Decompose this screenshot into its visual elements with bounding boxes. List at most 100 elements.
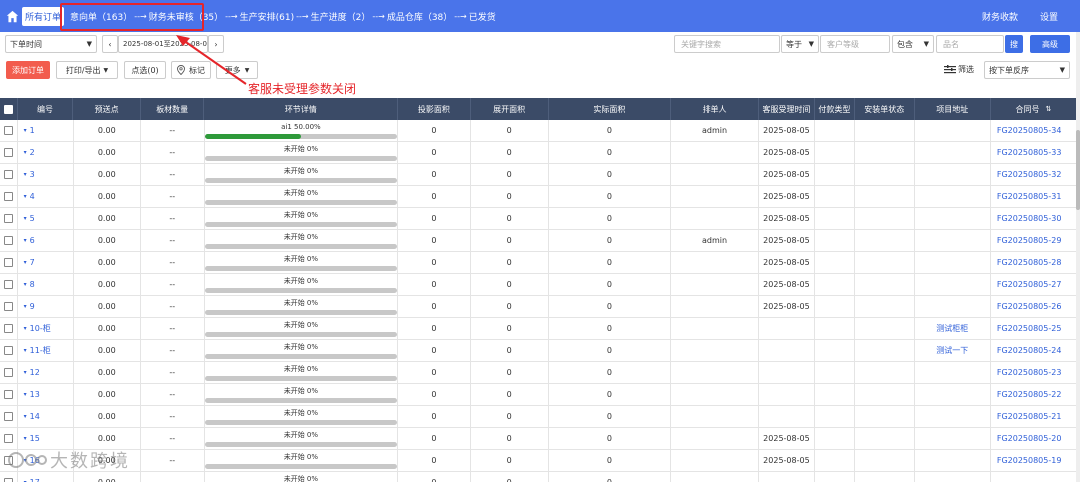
cell-id[interactable]: ▾ 5 — [18, 208, 74, 229]
row-expand-icon[interactable]: ▾ — [24, 391, 27, 398]
cell-project-address[interactable] — [915, 428, 991, 449]
row-expand-icon[interactable]: ▾ — [24, 171, 27, 178]
table-row[interactable]: ▾ 6 0.00 -- 未开始 0% 0 0 0 admin 2025-08-05 FG202508… — [0, 230, 1076, 252]
cell-project-address[interactable] — [915, 472, 991, 482]
row-expand-icon[interactable]: ▾ — [24, 347, 27, 354]
cell-id[interactable]: ▾ 14 — [18, 406, 74, 427]
table-row[interactable]: ▾ 7 0.00 -- 未开始 0% 0 0 0 2025-08-05 FG20250805-28 — [0, 252, 1076, 274]
row-checkbox[interactable] — [3, 302, 13, 311]
row-checkbox[interactable] — [3, 434, 13, 443]
cell-project-address[interactable] — [915, 208, 991, 229]
row-checkbox[interactable] — [3, 214, 13, 223]
row-checkbox[interactable] — [3, 324, 13, 333]
table-row[interactable]: ▾ 16 0.00 -- 未开始 0% 0 0 0 2025-08-05 FG20250805-1… — [0, 450, 1076, 472]
table-row[interactable]: ▾ 1 0.00 -- ai1 50.00% 0 0 0 admin 2025-08-05 FG20… — [0, 120, 1076, 142]
row-checkbox[interactable] — [3, 368, 13, 377]
cell-contract[interactable]: FG20250805-24 — [991, 340, 1076, 361]
cell-project-address[interactable] — [915, 450, 991, 471]
cell-id[interactable]: ▾17 — [18, 472, 74, 482]
cell-id[interactable]: ▾ 6 — [18, 230, 74, 251]
table-row[interactable]: ▾ 11-柜 0.00 -- 未开始 0% 0 0 0 测试一下 FG20250805-24 — [0, 340, 1076, 362]
cell-project-address[interactable] — [915, 406, 991, 427]
cell-id[interactable]: ▾ 3 — [18, 164, 74, 185]
cell-contract[interactable]: FG20250805-33 — [991, 142, 1076, 163]
row-expand-icon[interactable]: ▾ — [24, 127, 27, 134]
cell-id[interactable]: ▾ 13 — [18, 384, 74, 405]
cell-project-address[interactable] — [915, 186, 991, 207]
row-expand-icon[interactable]: ▾ — [24, 369, 27, 376]
row-expand-icon[interactable]: ▾ — [24, 237, 27, 244]
cell-project-address[interactable] — [915, 296, 991, 317]
row-expand-icon[interactable]: ▾ — [24, 281, 27, 288]
cell-id[interactable]: ▾ 7 — [18, 252, 74, 273]
cell-project-address[interactable] — [915, 362, 991, 383]
row-checkbox[interactable] — [3, 258, 13, 267]
cell-id[interactable]: ▾ 12 — [18, 362, 74, 383]
row-checkbox[interactable] — [3, 126, 13, 135]
cell-id[interactable]: ▾ 1 — [18, 120, 74, 141]
row-expand-icon[interactable]: ▾ — [24, 303, 27, 310]
cell-id[interactable]: ▾ 2 — [18, 142, 74, 163]
cell-contract[interactable]: FG20250805-27 — [991, 274, 1076, 295]
table-row[interactable]: ▾ 15 0.00 -- 未开始 0% 0 0 0 2025-08-05 FG20250805-2… — [0, 428, 1076, 450]
row-checkbox[interactable] — [3, 236, 13, 245]
table-row[interactable]: ▾ 8 0.00 -- 未开始 0% 0 0 0 2025-08-05 FG20250805-27 — [0, 274, 1076, 296]
table-row[interactable]: ▾17 0.00 -- 未开始 0% 0 0 0 — [0, 472, 1076, 482]
scrollbar-thumb[interactable] — [1076, 130, 1080, 210]
cell-contract[interactable]: FG20250805-26 — [991, 296, 1076, 317]
cell-contract[interactable]: FG20250805-31 — [991, 186, 1076, 207]
cell-contract[interactable]: FG20250805-32 — [991, 164, 1076, 185]
row-checkbox[interactable] — [3, 390, 13, 399]
cell-project-address[interactable] — [915, 120, 991, 141]
row-checkbox[interactable] — [3, 478, 13, 482]
cell-contract[interactable]: FG20250805-20 — [991, 428, 1076, 449]
cell-project-address[interactable] — [915, 384, 991, 405]
table-row[interactable]: ▾ 12 0.00 -- 未开始 0% 0 0 0 FG20250805-23 — [0, 362, 1076, 384]
table-row[interactable]: ▾ 9 0.00 -- 未开始 0% 0 0 0 2025-08-05 FG20250805-26 — [0, 296, 1076, 318]
cell-id[interactable]: ▾ 10-柜 — [18, 318, 74, 339]
cell-contract[interactable] — [991, 472, 1076, 482]
row-checkbox[interactable] — [3, 148, 13, 157]
row-checkbox[interactable] — [3, 170, 13, 179]
cell-contract[interactable]: FG20250805-30 — [991, 208, 1076, 229]
cell-contract[interactable]: FG20250805-22 — [991, 384, 1076, 405]
col-header-contract[interactable]: 合同号 ⇅ — [991, 98, 1076, 120]
cell-project-address[interactable] — [915, 274, 991, 295]
cell-contract[interactable]: FG20250805-21 — [991, 406, 1076, 427]
cell-project-address[interactable]: 测试柜柜 — [915, 318, 991, 339]
cell-project-address[interactable] — [915, 164, 991, 185]
sort-icon[interactable]: ⇅ — [1046, 105, 1052, 113]
row-checkbox[interactable] — [3, 346, 13, 355]
col-header-id[interactable]: 编号 — [18, 98, 74, 120]
cell-id[interactable]: ▾ 8 — [18, 274, 74, 295]
row-expand-icon[interactable]: ▾ — [24, 215, 27, 222]
cell-project-address[interactable] — [915, 252, 991, 273]
table-row[interactable]: ▾ 2 0.00 -- 未开始 0% 0 0 0 2025-08-05 FG20250805-33 — [0, 142, 1076, 164]
row-checkbox[interactable] — [3, 280, 13, 289]
table-row[interactable]: ▾ 13 0.00 -- 未开始 0% 0 0 0 FG20250805-22 — [0, 384, 1076, 406]
table-row[interactable]: ▾ 5 0.00 -- 未开始 0% 0 0 0 2025-08-05 FG20250805-30 — [0, 208, 1076, 230]
cell-contract[interactable]: FG20250805-25 — [991, 318, 1076, 339]
cell-contract[interactable]: FG20250805-29 — [991, 230, 1076, 251]
row-checkbox[interactable] — [3, 192, 13, 201]
row-checkbox[interactable] — [3, 412, 13, 421]
cell-id[interactable]: ▾ 11-柜 — [18, 340, 74, 361]
vertical-scrollbar[interactable] — [1076, 32, 1080, 482]
table-row[interactable]: ▾ 3 0.00 -- 未开始 0% 0 0 0 2025-08-05 FG20250805-32 — [0, 164, 1076, 186]
cell-contract[interactable]: FG20250805-34 — [991, 120, 1076, 141]
select-all-checkbox[interactable] — [3, 104, 13, 114]
row-expand-icon[interactable]: ▾ — [24, 413, 27, 420]
cell-id[interactable]: ▾ 15 — [18, 428, 74, 449]
cell-project-address[interactable]: 测试一下 — [915, 340, 991, 361]
table-row[interactable]: ▾ 4 0.00 -- 未开始 0% 0 0 0 2025-08-05 FG20250805-31 — [0, 186, 1076, 208]
cell-project-address[interactable] — [915, 142, 991, 163]
row-expand-icon[interactable]: ▾ — [24, 193, 27, 200]
table-row[interactable]: ▾ 10-柜 0.00 -- 未开始 0% 0 0 0 测试柜柜 FG20250805-25 — [0, 318, 1076, 340]
cell-contract[interactable]: FG20250805-23 — [991, 362, 1076, 383]
table-row[interactable]: ▾ 14 0.00 -- 未开始 0% 0 0 0 FG20250805-21 — [0, 406, 1076, 428]
row-expand-icon[interactable]: ▾ — [24, 435, 27, 442]
cell-contract[interactable]: FG20250805-28 — [991, 252, 1076, 273]
row-expand-icon[interactable]: ▾ — [24, 149, 27, 156]
cell-id[interactable]: ▾ 9 — [18, 296, 74, 317]
cell-id[interactable]: ▾ 4 — [18, 186, 74, 207]
